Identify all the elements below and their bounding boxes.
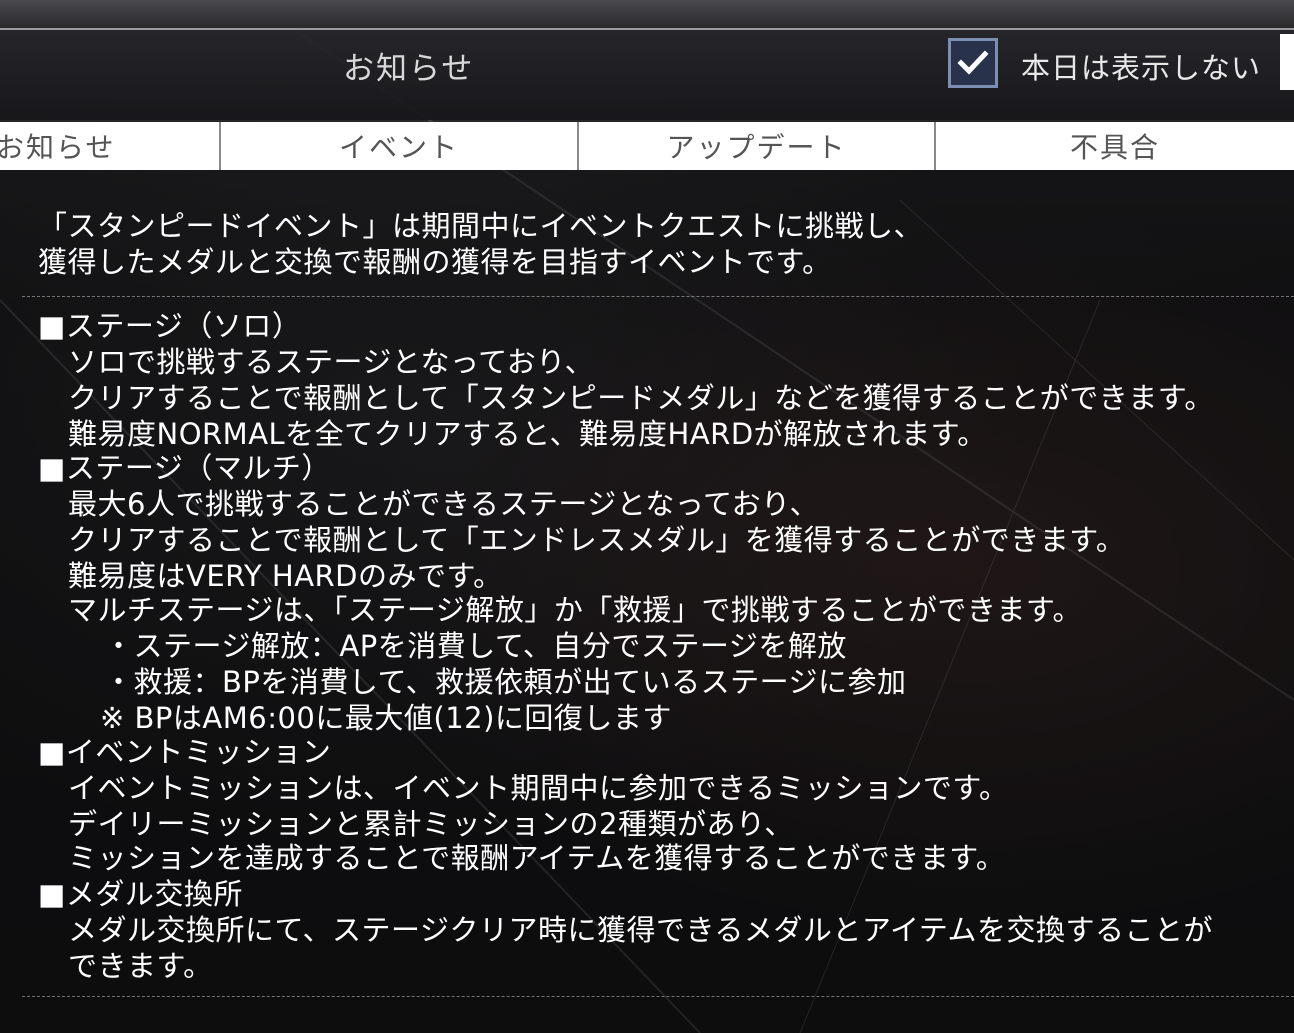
body-line: 難易度NORMALを全てクリアすると、難易度HARDが解放されます。	[68, 417, 987, 451]
body-line: イベントミッションは、イベント期間中に参加できるミッションです。	[68, 771, 1009, 805]
tab-bar: お知らせ イベント アップデート 不具合	[0, 122, 1294, 170]
body-line: ソロで挑戦するステージとなっており、	[68, 345, 595, 379]
body-line: 最大6人で挑戦することができるステージとなっており、	[68, 487, 819, 521]
page-title: お知らせ	[343, 51, 475, 87]
hide-today-checkbox[interactable]	[948, 38, 998, 88]
notice-content[interactable]: 「スタンピードイベント」は期間中にイベントクエストに挑戦し、 獲得したメダルと交…	[0, 170, 1294, 1033]
divider	[22, 996, 1294, 997]
section-heading: ■ステージ（ソロ）	[38, 309, 302, 343]
body-line: クリアすることで報酬として「スタンピードメダル」などを獲得することができます。	[68, 381, 1214, 415]
body-line: 難易度はVERY HARDのみです。	[68, 559, 503, 593]
body-line: マルチステージは、「ステージ解放」か「救援」で挑戦することができます。	[68, 593, 1082, 627]
section-heading: ■イベントミッション	[38, 735, 332, 769]
body-line: できます。	[68, 949, 213, 983]
top-strip	[0, 0, 1294, 30]
tab-update[interactable]: アップデート	[579, 122, 936, 170]
checkmark-icon	[957, 50, 989, 75]
tab-notice[interactable]: お知らせ	[0, 122, 221, 170]
body-line: クリアすることで報酬として「エンドレスメダル」を獲得することができます。	[68, 523, 1126, 557]
body-line: メダル交換所にて、ステージクリア時に獲得できるメダルとアイテムを交換することが	[68, 913, 1213, 947]
bullet-line: ・救援：BPを消費して、救援依頼が出ているステージに参加	[104, 665, 907, 699]
close-button-edge[interactable]	[1280, 34, 1294, 90]
divider	[22, 296, 1294, 297]
bullet-line: ・ステージ解放：APを消費して、自分でステージを解放	[104, 629, 847, 663]
intro-line: 「スタンピードイベント」は期間中にイベントクエストに挑戦し、	[38, 209, 924, 243]
tab-bug[interactable]: 不具合	[936, 122, 1294, 170]
body-line: ミッションを達成することで報酬アイテムを獲得することができます。	[68, 841, 1006, 875]
note-line: ※ BPはAM6:00に最大値(12)に回復します	[100, 701, 672, 735]
hide-today-label[interactable]: 本日は表示しない	[1021, 45, 1261, 87]
section-heading: ■ステージ（マルチ）	[38, 451, 331, 485]
section-heading: ■メダル交換所	[38, 877, 243, 911]
body-line: デイリーミッションと累計ミッションの2種類があり、	[68, 807, 794, 841]
intro-line: 獲得したメダルと交換で報酬の獲得を目指すイベントです。	[38, 245, 832, 279]
tab-event[interactable]: イベント	[221, 122, 579, 170]
